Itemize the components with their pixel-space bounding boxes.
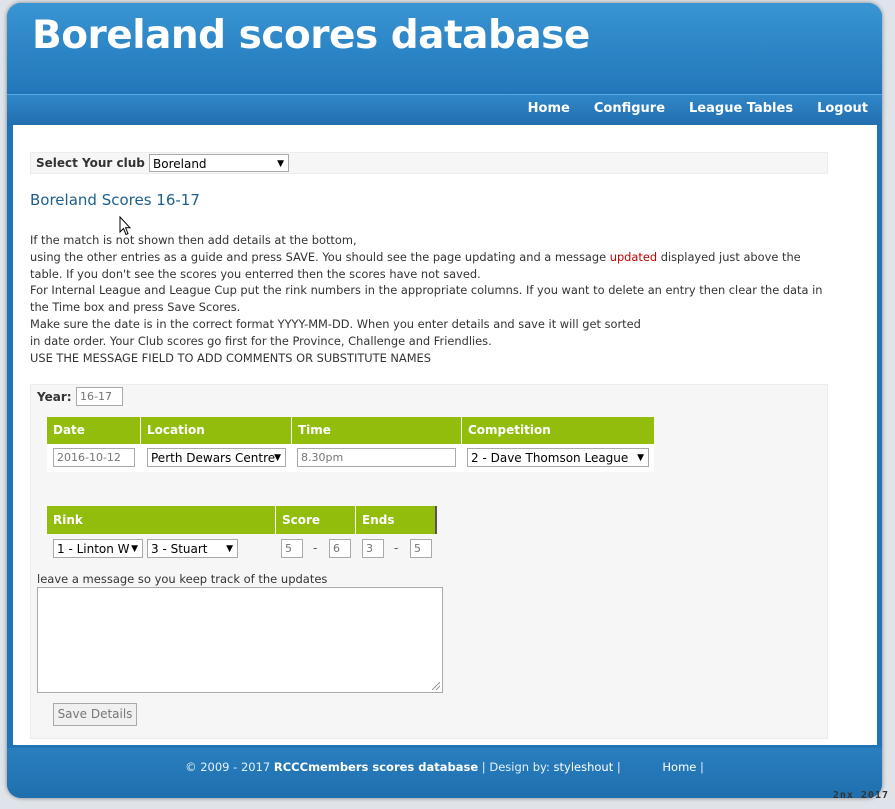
footer-separator: | (613, 760, 625, 774)
header-rink: Rink (47, 506, 276, 534)
footer-copyright: © 2009 - 2017 (185, 760, 274, 774)
instruction-line: in date order. Your Club scores go first… (30, 333, 492, 348)
instruction-line: For Internal League and League Cup put t… (30, 283, 823, 315)
score-entry-form: Year: Date Location Time Competition Per… (30, 384, 828, 739)
nav-bar: Home Configure League Tables Logout (7, 94, 882, 125)
instruction-line: Make sure the date is in the correct for… (30, 316, 641, 331)
time-input[interactable] (297, 448, 456, 467)
header-score: Score (276, 506, 356, 534)
date-input[interactable] (53, 448, 135, 467)
chevron-down-icon: ▼ (131, 544, 138, 554)
location-select[interactable]: Perth Dewars Centre ▼ (147, 448, 286, 467)
message-label: leave a message so you keep track of the… (37, 572, 328, 586)
footer-design-by: | Design by: (478, 760, 554, 774)
message-textarea[interactable] (37, 587, 443, 693)
competition-select-value: 2 - Dave Thomson League (471, 451, 629, 465)
score-separator: - (313, 541, 318, 555)
footer-designer-link[interactable]: styleshout (554, 760, 614, 774)
chevron-down-icon: ▼ (226, 544, 233, 554)
club-selector-bar: Select Your club : Boreland ▼ (30, 152, 828, 174)
instruction-line: USE THE MESSAGE FIELD TO ADD COMMENTS OR… (30, 350, 431, 365)
year-input[interactable] (76, 387, 123, 406)
footer-site-name: RCCCmembers scores database (273, 760, 479, 774)
resize-handle-icon[interactable] (432, 682, 440, 690)
location-select-value: Perth Dewars Centre (151, 451, 276, 465)
nav-logout[interactable]: Logout (817, 101, 868, 116)
chevron-down-icon: ▼ (637, 453, 644, 463)
ends-separator: - (394, 541, 399, 555)
rink-player-value-2: 3 - Stuart (151, 542, 208, 556)
header-ends: Ends (356, 506, 437, 534)
nav-league-tables[interactable]: League Tables (689, 101, 793, 116)
footer-separator: | (696, 760, 704, 774)
rink-player-select-2[interactable]: 3 - Stuart ▼ (147, 539, 238, 558)
header-time: Time (292, 417, 462, 444)
ends-for-input[interactable] (362, 539, 384, 558)
page-frame: Boreland scores database Home Configure … (7, 3, 882, 798)
main-nav: Home Configure League Tables Logout (504, 101, 868, 116)
save-details-button[interactable]: Save Details (53, 703, 137, 726)
nav-configure[interactable]: Configure (594, 101, 665, 116)
header-competition: Competition (462, 417, 654, 444)
score-against-input[interactable] (329, 539, 351, 558)
main-content: Select Your club : Boreland ▼ Boreland S… (13, 125, 877, 745)
chevron-down-icon: ▼ (277, 159, 284, 169)
corner-stamp: 2nx 2017 (832, 790, 889, 801)
rink-player-select-1[interactable]: 1 - Linton W ▼ (53, 539, 143, 558)
chevron-down-icon: ▼ (274, 453, 281, 463)
site-title: Boreland scores database (32, 13, 590, 58)
nav-home[interactable]: Home (528, 101, 570, 116)
updated-keyword: updated (609, 249, 658, 264)
instructions: If the match is not shown then add detai… (30, 232, 830, 366)
club-label: Select Your club : (36, 156, 154, 170)
site-header: Boreland scores database (7, 3, 882, 91)
club-select-value: Boreland (153, 157, 207, 171)
competition-select[interactable]: 2 - Dave Thomson League ▼ (467, 448, 649, 467)
mouse-cursor-icon (119, 216, 131, 236)
footer-home-link[interactable]: Home (662, 760, 696, 774)
score-for-input[interactable] (281, 539, 303, 558)
header-date: Date (47, 417, 141, 444)
year-label: Year: (37, 390, 72, 404)
page-heading: Boreland Scores 16-17 (30, 191, 200, 209)
instruction-line: using the other entries as a guide and p… (30, 249, 830, 283)
instruction-text: using the other entries as a guide and p… (30, 249, 610, 264)
ends-against-input[interactable] (410, 539, 432, 558)
club-select[interactable]: Boreland ▼ (149, 154, 289, 172)
rink-player-value-1: 1 - Linton W (57, 542, 130, 556)
site-footer: © 2009 - 2017 RCCCmembers scores databas… (7, 748, 882, 798)
footer-text: © 2009 - 2017 RCCCmembers scores databas… (7, 760, 882, 774)
header-location: Location (141, 417, 292, 444)
instruction-line: If the match is not shown then add detai… (30, 233, 357, 247)
